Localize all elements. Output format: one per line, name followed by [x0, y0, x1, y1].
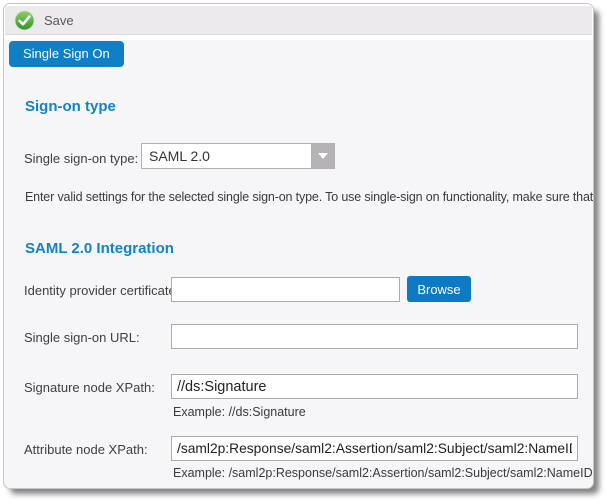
signon-type-heading: Sign-on type	[25, 98, 116, 115]
signon-type-help-text: Enter valid settings for the selected si…	[25, 190, 593, 204]
signature-xpath-example: Example: //ds:Signature	[173, 405, 306, 419]
identity-provider-certificate-label: Identity provider certificate :	[24, 283, 183, 298]
toolbar: Save	[5, 6, 592, 35]
identity-provider-certificate-input[interactable]	[171, 277, 400, 302]
browse-button[interactable]: Browse	[407, 276, 471, 302]
single-sign-on-type-label: Single sign-on type:	[24, 151, 138, 166]
attribute-node-xpath-input[interactable]	[171, 436, 578, 461]
signature-node-xpath-input[interactable]	[171, 374, 578, 399]
attribute-xpath-example: Example: /saml2p:Response/saml2:Assertio…	[173, 466, 593, 480]
signature-node-xpath-label: Signature node XPath:	[24, 380, 155, 395]
single-sign-on-url-input[interactable]	[171, 324, 578, 349]
save-button[interactable]: Save	[5, 6, 88, 34]
single-sign-on-type-selected-value: SAML 2.0	[142, 144, 311, 168]
attribute-node-xpath-label: Attribute node XPath:	[24, 442, 148, 457]
single-sign-on-type-select[interactable]: SAML 2.0	[141, 143, 335, 169]
saml-integration-heading: SAML 2.0 Integration	[25, 240, 174, 257]
topbar-area: Save	[4, 4, 593, 40]
save-check-icon	[14, 10, 35, 31]
single-sign-on-url-label: Single sign-on URL:	[24, 330, 140, 345]
tab-single-sign-on[interactable]: Single Sign On	[9, 41, 124, 67]
chevron-down-icon	[318, 153, 328, 159]
settings-window: Save Single Sign On Sign-on type Single …	[3, 3, 594, 489]
save-button-label: Save	[44, 13, 74, 28]
dropdown-arrow-button[interactable]	[311, 144, 334, 168]
